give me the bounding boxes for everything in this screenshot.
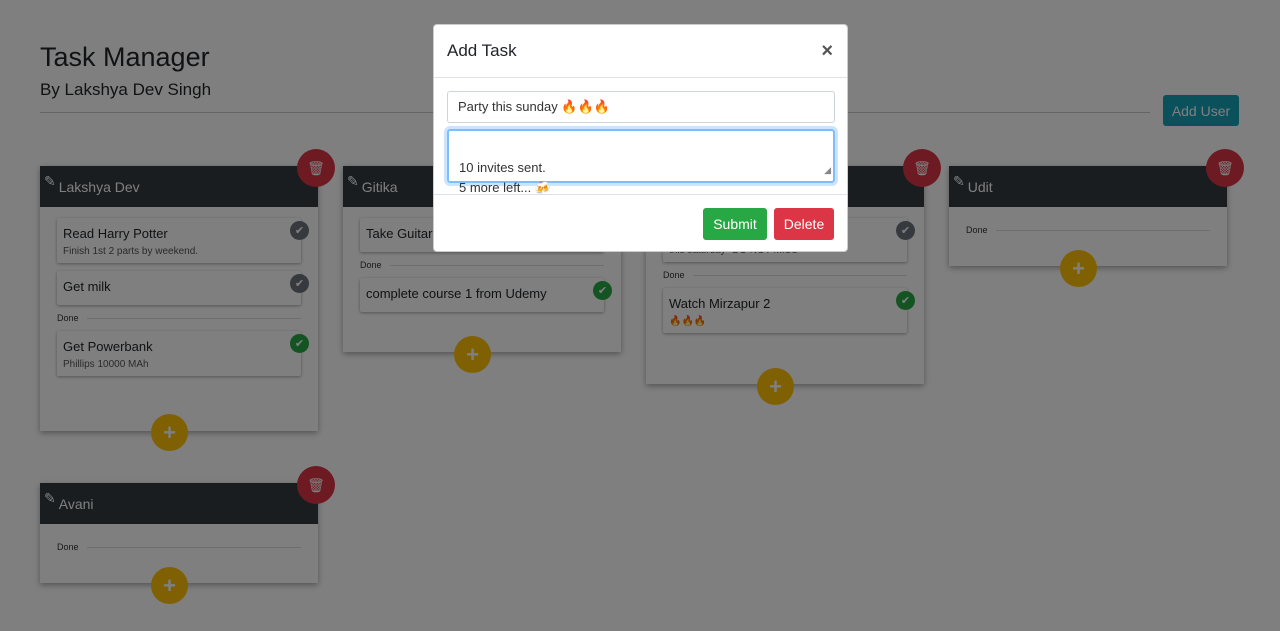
modal-body: Party this sunday 🔥🔥🔥 10 invites sent. 5… xyxy=(434,78,847,195)
close-icon[interactable]: × xyxy=(821,40,833,63)
task-description-text: 10 invites sent. 5 more left... 🍻 xyxy=(459,160,552,195)
modal-title: Add Task xyxy=(447,41,517,60)
task-title-input[interactable]: Party this sunday 🔥🔥🔥 xyxy=(447,91,835,123)
add-task-modal: Add Task × Party this sunday 🔥🔥🔥 10 invi… xyxy=(433,24,848,252)
resize-handle-icon[interactable]: ◢ xyxy=(824,160,831,180)
submit-button[interactable]: Submit xyxy=(703,208,767,240)
task-description-textarea[interactable]: 10 invites sent. 5 more left... 🍻 ◢ xyxy=(447,129,835,195)
modal-footer: Submit Delete xyxy=(434,195,847,253)
delete-button[interactable]: Delete xyxy=(774,208,834,240)
modal-header: Add Task × xyxy=(434,25,847,78)
